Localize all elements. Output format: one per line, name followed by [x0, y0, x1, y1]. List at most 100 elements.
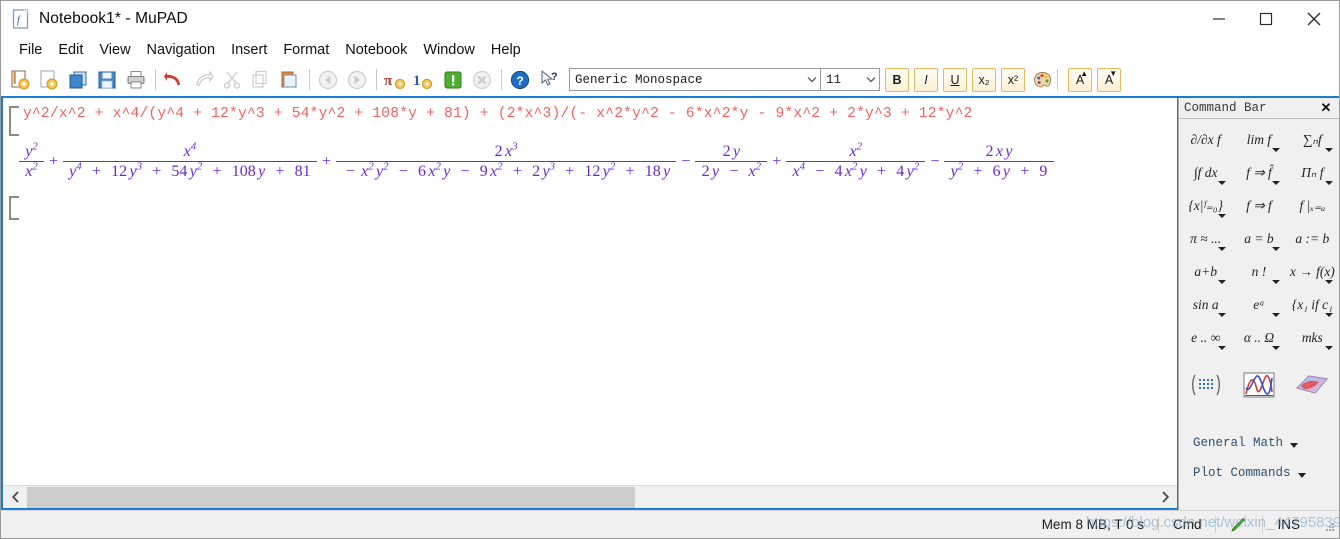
factorial-button[interactable]: n ! — [1232, 255, 1285, 288]
minimize-button[interactable] — [1195, 1, 1242, 37]
chevron-down-icon[interactable] — [1218, 181, 1227, 185]
integral-button[interactable]: ∫f dx — [1179, 156, 1232, 189]
text-color-button[interactable] — [1030, 68, 1054, 92]
chevron-down-icon[interactable] — [1324, 181, 1333, 185]
open-recent-icon[interactable] — [65, 67, 91, 93]
horizontal-scrollbar[interactable] — [3, 485, 1177, 508]
font-family-combo[interactable]: Generic Monospace — [569, 68, 821, 91]
resize-grip[interactable] — [1320, 517, 1336, 533]
plot-commands-link[interactable]: Plot Commands — [1179, 458, 1339, 488]
general-math-link[interactable]: General Math — [1179, 428, 1339, 458]
empty-input-bracket — [9, 195, 19, 220]
font-size-combo[interactable]: 11 — [821, 68, 880, 91]
fraction-numerator: 2 x3 — [494, 140, 518, 160]
menu-help[interactable]: Help — [483, 40, 529, 60]
menu-file[interactable]: File — [11, 40, 50, 60]
trig-button[interactable]: sin a — [1179, 288, 1232, 321]
bold-button[interactable]: B — [885, 67, 909, 92]
numeric-approx-button[interactable]: π ≈ ... — [1179, 222, 1232, 255]
subscript-button[interactable]: x₂ — [972, 67, 996, 92]
save-icon[interactable] — [94, 67, 120, 93]
chevron-down-icon[interactable] — [1297, 473, 1306, 478]
document-pane: y^2/x^2 + x^4/(y^4 + 12*y^3 + 54*y^2 + 1… — [1, 98, 1178, 510]
chevron-down-icon[interactable] — [1218, 214, 1227, 218]
superscript-button[interactable]: x² — [1001, 67, 1025, 92]
partial-derivative-button[interactable]: ∂/∂x f — [1179, 123, 1232, 156]
toolbar-separator — [1057, 69, 1058, 90]
font-size-value: 11 — [826, 72, 842, 87]
scroll-thumb[interactable] — [27, 486, 636, 508]
units-button[interactable]: mks — [1286, 321, 1339, 354]
solve-button[interactable]: {x|ᶠ₌₀} — [1179, 189, 1232, 222]
chevron-down-icon[interactable] — [1271, 247, 1280, 251]
chevron-down-icon[interactable] — [1271, 181, 1280, 185]
maximize-button[interactable] — [1242, 1, 1289, 37]
chevron-down-icon[interactable] — [1271, 148, 1280, 152]
chevron-down-icon[interactable] — [1271, 346, 1280, 350]
evaluate-all-icon[interactable]: 1 — [411, 67, 437, 93]
menu-notebook[interactable]: Notebook — [337, 40, 415, 60]
close-button[interactable] — [1289, 1, 1339, 37]
notebook-canvas[interactable]: y^2/x^2 + x^4/(y^4 + 12*y^3 + 54*y^2 + 1… — [3, 98, 1177, 485]
scroll-left-icon[interactable] — [3, 487, 27, 508]
new-notebook-icon[interactable] — [7, 67, 33, 93]
scroll-right-icon[interactable] — [1153, 487, 1177, 508]
menu-navigation[interactable]: Navigation — [139, 40, 224, 60]
undo-icon[interactable] — [161, 67, 187, 93]
menu-format[interactable]: Format — [275, 40, 337, 60]
chevron-down-icon[interactable] — [1324, 148, 1333, 152]
constants-button[interactable]: e .. ∞ — [1179, 321, 1232, 354]
open-notebook-icon[interactable] — [36, 67, 62, 93]
menu-edit[interactable]: Edit — [50, 40, 91, 60]
chevron-down-icon[interactable] — [804, 76, 820, 83]
chevron-down-icon[interactable] — [1271, 313, 1280, 317]
arithmetic-button[interactable]: a+b — [1179, 255, 1232, 288]
chevron-down-icon[interactable] — [863, 76, 879, 83]
input-region[interactable]: y^2/x^2 + x^4/(y^4 + 12*y^3 + 54*y^2 + 1… — [3, 104, 1177, 136]
plot-commands-label: Plot Commands — [1193, 466, 1291, 480]
scroll-track[interactable] — [27, 486, 1153, 508]
plot2d-icon[interactable] — [1232, 364, 1285, 406]
chevron-down-icon[interactable] — [1324, 280, 1333, 284]
chevron-down-icon[interactable] — [1218, 346, 1227, 350]
interrupt-icon[interactable] — [440, 67, 466, 93]
chevron-down-icon[interactable] — [1271, 280, 1280, 284]
command-bar-close-icon[interactable]: ✕ — [1317, 100, 1339, 116]
context-help-icon[interactable]: ? — [536, 67, 562, 93]
equation-button[interactable]: a = b — [1232, 222, 1285, 255]
assignment-button[interactable]: a := b — [1286, 222, 1339, 255]
trig-button-label: sin a — [1192, 296, 1219, 312]
italic-button[interactable]: I — [914, 67, 938, 92]
function-button[interactable]: x → f(x) — [1286, 255, 1339, 288]
print-icon[interactable] — [123, 67, 149, 93]
piecewise-button[interactable]: {x₁ if c₁ — [1286, 288, 1339, 321]
exponential-button[interactable]: eᵃ — [1232, 288, 1285, 321]
chevron-down-icon[interactable] — [1218, 280, 1227, 284]
menu-insert[interactable]: Insert — [223, 40, 275, 60]
evaluate-pi-icon[interactable]: π — [382, 67, 408, 93]
chevron-down-icon[interactable] — [1324, 313, 1333, 317]
increase-font-button[interactable]: A ▲ — [1068, 67, 1092, 92]
decrease-font-button[interactable]: A ▼ — [1097, 67, 1121, 92]
matrix-palette-icon[interactable] — [1179, 364, 1232, 406]
menu-view[interactable]: View — [91, 40, 138, 60]
simplify-hat-button[interactable]: f ⇒ f̂ — [1232, 156, 1285, 189]
help-icon[interactable]: ? — [507, 67, 533, 93]
limit-button[interactable]: lim f — [1232, 123, 1285, 156]
paste-icon[interactable] — [277, 67, 303, 93]
sum-button[interactable]: ∑ₙf — [1286, 123, 1339, 156]
evaluate-at-button[interactable]: f |ₓ₌ₐ — [1286, 189, 1339, 222]
chevron-down-icon[interactable] — [1290, 443, 1299, 448]
next-input-region[interactable] — [3, 195, 1177, 220]
menu-window[interactable]: Window — [415, 40, 483, 60]
chevron-down-icon[interactable] — [1218, 247, 1227, 251]
chevron-down-icon[interactable] — [1324, 346, 1333, 350]
underline-button[interactable]: U — [943, 67, 967, 92]
rewrite-button[interactable]: f ⇒ f — [1232, 189, 1285, 222]
product-button[interactable]: Πₙ f — [1286, 156, 1339, 189]
chevron-down-icon[interactable] — [1218, 313, 1227, 317]
input-code[interactable]: y^2/x^2 + x^4/(y^4 + 12*y^3 + 54*y^2 + 1… — [23, 104, 973, 124]
plot3d-icon[interactable] — [1286, 364, 1339, 406]
window-title: Notebook1* - MuPAD — [39, 10, 188, 27]
greek-button[interactable]: α .. Ω — [1232, 321, 1285, 354]
